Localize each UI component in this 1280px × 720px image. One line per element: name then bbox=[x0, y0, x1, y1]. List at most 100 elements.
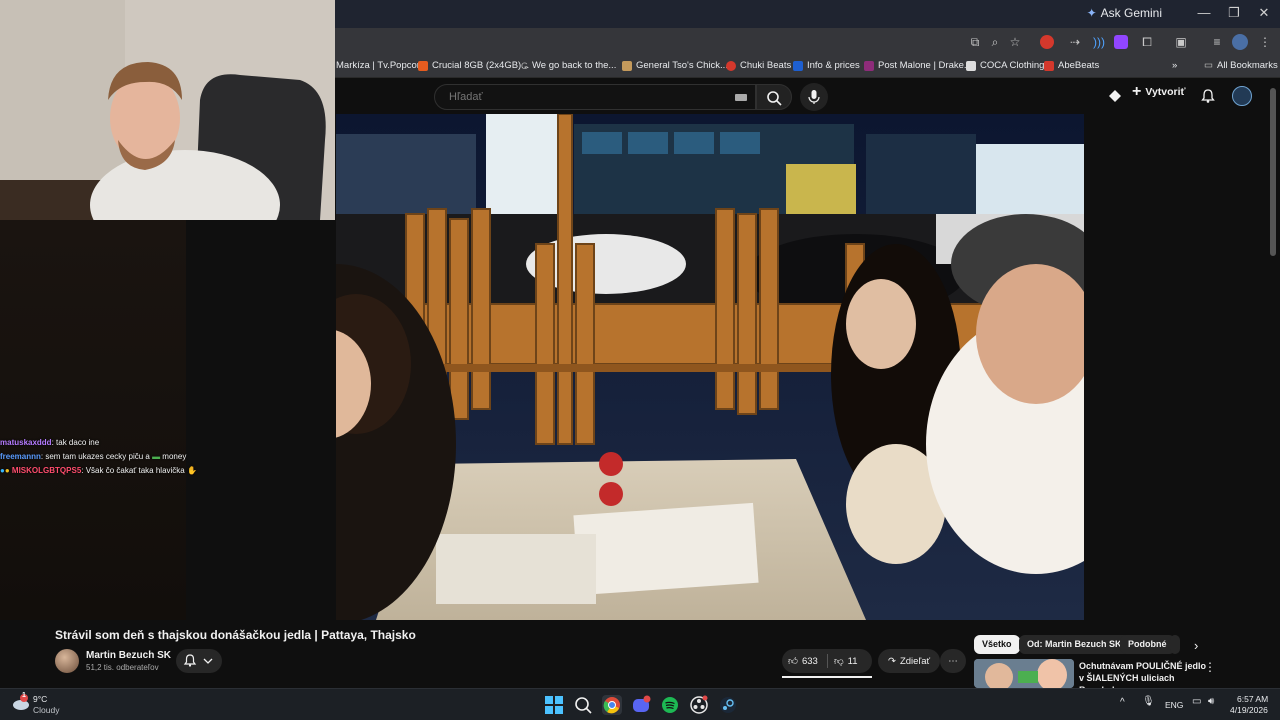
search-icon[interactable] bbox=[573, 695, 593, 715]
search-button[interactable] bbox=[756, 84, 792, 110]
video-player[interactable] bbox=[336, 114, 1084, 620]
subscription-bell-button[interactable] bbox=[176, 649, 222, 673]
steam-icon[interactable] bbox=[718, 695, 738, 715]
like-dislike-group: 👍︎ 633 👎︎ 11 bbox=[782, 649, 872, 673]
channel-avatar[interactable] bbox=[55, 649, 79, 673]
dislike-button[interactable]: 👎︎ 11 bbox=[834, 649, 858, 673]
keyboard-icon[interactable] bbox=[735, 94, 747, 101]
bookmark-item[interactable]: COCA Clothing bbox=[966, 60, 1044, 71]
recommended-video-thumbnail[interactable] bbox=[974, 659, 1074, 688]
chrome-icon[interactable] bbox=[602, 695, 622, 715]
chip-all[interactable]: Všetko bbox=[974, 635, 1020, 654]
account-avatar[interactable] bbox=[1232, 86, 1252, 106]
money-emote-icon: ▬ bbox=[149, 452, 161, 461]
thumbs-down-icon: 👎︎ bbox=[834, 656, 844, 667]
bookmark-item[interactable]: Markíza | Tv.Popcor... bbox=[336, 60, 427, 71]
stream-side-panel bbox=[0, 220, 186, 620]
ask-gemini-button[interactable]: ✦ Ask Gemini bbox=[1087, 6, 1162, 20]
windows-start-icon[interactable] bbox=[544, 695, 564, 715]
create-button[interactable]: + Vytvoriť bbox=[1132, 84, 1186, 100]
search-icon bbox=[767, 91, 782, 106]
media-controls-icon[interactable]: ≡ bbox=[1208, 33, 1226, 51]
share-icon: ↷ bbox=[888, 655, 896, 667]
stream-chat: matuskaxddd: tak daco ine freemannn: sem… bbox=[0, 436, 210, 478]
all-bookmarks[interactable]: ▭ All Bookmarks bbox=[1204, 60, 1278, 71]
chip-related[interactable]: Podobné bbox=[1120, 635, 1175, 654]
chat-message: ●● MISKOLGBTQPS5: Však čo čakať taka hla… bbox=[0, 464, 210, 478]
network-icon[interactable]: ▭ bbox=[1192, 696, 1201, 707]
side-panel-icon[interactable]: ▣ bbox=[1172, 33, 1190, 51]
recommended-more-icon[interactable]: ⋮ bbox=[1204, 660, 1216, 674]
streamer-webcam bbox=[0, 0, 335, 220]
browser-menu-icon[interactable]: ⋮ bbox=[1256, 33, 1274, 51]
divider bbox=[827, 654, 828, 668]
bookmark-item[interactable]: Chuki Beats bbox=[726, 60, 791, 71]
chat-username: MISKOLGBTQPS5 bbox=[11, 466, 82, 475]
all-bookmarks-label: All Bookmarks bbox=[1216, 60, 1278, 71]
bookmark-favicon-icon bbox=[622, 60, 632, 71]
bookmark-item[interactable]: AbeBeats bbox=[1044, 60, 1099, 71]
extensions-puzzle-icon[interactable]: ⧠ bbox=[1138, 33, 1156, 51]
volume-icon[interactable]: 🔊︎ bbox=[1208, 696, 1214, 707]
bookmark-favicon-icon bbox=[864, 60, 874, 71]
like-button[interactable]: 👍︎ 633 bbox=[788, 649, 818, 673]
weather-icon[interactable] bbox=[12, 694, 30, 712]
windows-taskbar: 9°C Cloudy 1 ^ 🎙︎ ENG ▭ 🔊︎ 6:57 AM 4/19/… bbox=[0, 688, 1280, 720]
chips-next-icon[interactable]: › bbox=[1194, 638, 1198, 653]
spotify-icon[interactable] bbox=[660, 695, 680, 715]
studio-clapper-icon[interactable] bbox=[1108, 89, 1122, 103]
zoom-icon[interactable]: ⌕ bbox=[986, 33, 1004, 51]
tray-overflow-icon[interactable]: ^ bbox=[1120, 697, 1125, 708]
chip-from-channel[interactable]: Od: Martin Bezuch SK bbox=[1019, 635, 1130, 654]
extension-wave-icon[interactable]: ))) bbox=[1090, 33, 1108, 51]
clock-date[interactable]: 4/19/2026 bbox=[1230, 705, 1268, 715]
profile-avatar-icon[interactable] bbox=[1232, 34, 1248, 50]
microphone-icon bbox=[808, 90, 820, 104]
bookmark-favicon-icon bbox=[793, 60, 803, 71]
chip-overflow[interactable] bbox=[1170, 635, 1180, 654]
extension-red-icon[interactable] bbox=[1040, 35, 1054, 49]
search-input[interactable] bbox=[449, 85, 729, 109]
webcam-frame bbox=[0, 0, 335, 220]
dislike-count: 11 bbox=[847, 655, 858, 667]
page-scrollbar[interactable] bbox=[1270, 88, 1276, 256]
create-label: Vytvoriť bbox=[1145, 86, 1186, 98]
thumbs-up-icon: 👍︎ bbox=[788, 656, 798, 667]
bookmark-label: Markíza | Tv.Popcor... bbox=[336, 60, 428, 71]
twitch-extension-icon[interactable] bbox=[1114, 35, 1128, 49]
close-icon[interactable]: ✕ bbox=[1250, 4, 1278, 22]
voice-search-button[interactable] bbox=[800, 83, 828, 111]
temperature: 9°C bbox=[33, 694, 48, 704]
bookmark-star-icon[interactable]: ☆ bbox=[1006, 33, 1024, 51]
more-actions-button[interactable]: ⋯ bbox=[940, 649, 966, 673]
more-horizontal-icon: ⋯ bbox=[948, 655, 958, 667]
minimize-icon[interactable]: — bbox=[1190, 4, 1218, 22]
chat-text: : Však čo čakať taka hlavička bbox=[81, 466, 185, 475]
bookmark-favicon-icon bbox=[418, 60, 428, 71]
folder-icon: ▭ bbox=[1204, 60, 1213, 71]
ask-gemini-label: Ask Gemini bbox=[1100, 6, 1162, 20]
bell-icon bbox=[183, 654, 197, 667]
bookmark-label: General Tso's Chick... bbox=[636, 60, 728, 71]
bookmark-item[interactable]: Crucial 8GB (2x4GB)... bbox=[418, 60, 529, 71]
share-button[interactable]: ↷ Zdieľať bbox=[878, 649, 941, 673]
bookmark-item[interactable]: Info & prices bbox=[793, 60, 860, 71]
channel-name[interactable]: Martin Bezuch SK bbox=[86, 650, 171, 661]
bookmark-item[interactable]: General Tso's Chick... bbox=[622, 60, 728, 71]
bookmark-favicon-icon bbox=[966, 60, 976, 71]
discord-icon[interactable] bbox=[631, 695, 651, 715]
gemini-sparkle-icon: ✦ bbox=[1086, 6, 1097, 20]
install-app-icon[interactable]: ⧉ bbox=[966, 33, 984, 51]
bookmark-item[interactable]: G We go back to the... bbox=[521, 60, 616, 71]
bookmark-item[interactable]: Post Malone | Drake... bbox=[864, 60, 972, 71]
clock-time[interactable]: 6:57 AM bbox=[1237, 694, 1268, 704]
notifications-bell-icon[interactable] bbox=[1200, 88, 1216, 104]
chat-username: matuskaxddd bbox=[0, 438, 52, 447]
extension-arrows-icon[interactable]: ⇢ bbox=[1066, 33, 1084, 51]
maximize-icon[interactable]: ❐ bbox=[1220, 4, 1248, 22]
microphone-icon[interactable]: 🎙︎ bbox=[1142, 696, 1155, 707]
language-indicator[interactable]: ENG bbox=[1165, 700, 1183, 710]
bookmarks-overflow-icon[interactable]: » bbox=[1172, 60, 1177, 71]
obs-icon[interactable] bbox=[689, 695, 709, 715]
bookmark-favicon-icon bbox=[1044, 60, 1054, 71]
